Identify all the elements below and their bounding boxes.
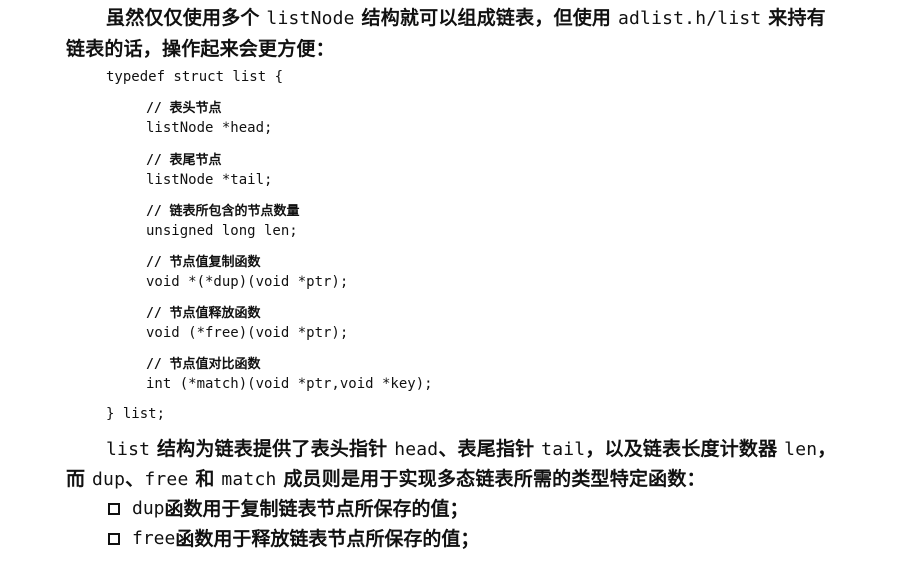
intro-segment: 虽然仅仅使用多个 [106, 7, 267, 29]
intro-segment: 结构就可以组成链表，但使用 [354, 7, 618, 29]
document-page: 虽然仅仅使用多个 listNode 结构就可以组成链表，但使用 adlist.h… [0, 0, 922, 574]
bullet-free: free 函数用于释放链表节点所保存的值； [108, 527, 479, 551]
bullet-code: dup [132, 498, 165, 519]
code-comment-dup: // 节点值复制函数 [146, 255, 261, 270]
intro-line-1: 虽然仅仅使用多个 listNode 结构就可以组成链表，但使用 adlist.h… [106, 6, 826, 31]
desc-segment: 成员则是用于实现多态链表所需的类型特定函数： [276, 468, 706, 490]
bullet-dup: dup 函数用于复制链表节点所保存的值； [108, 497, 469, 521]
desc-segment-code: free [144, 469, 189, 490]
code-comment-match: // 节点值对比函数 [146, 357, 261, 372]
desc-segment-code: match [221, 469, 277, 490]
code-decl-match: int (*match)(void *ptr,void *key); [146, 376, 433, 392]
code-comment-tail: // 表尾节点 [146, 153, 222, 168]
code-decl-dup: void *(*dup)(void *ptr); [146, 274, 349, 290]
desc-segment-code: tail [541, 439, 586, 460]
intro-segment: 来持有 [761, 7, 826, 29]
checkbox-icon [108, 533, 120, 545]
code-comment-head: // 表头节点 [146, 101, 222, 116]
desc-segment-code: len [784, 439, 818, 460]
code-comment-free: // 节点值释放函数 [146, 306, 261, 321]
intro-segment-code: listNode [266, 8, 355, 29]
desc-segment: 、表尾指针 [438, 438, 542, 460]
desc-segment: 、 [125, 468, 145, 490]
desc-segment: ，以及链表长度计数器 [585, 438, 785, 460]
intro-line-2: 链表的话，操作起来会更方便： [66, 38, 335, 60]
desc-segment-code: dup [92, 469, 126, 490]
bullet-text: 函数用于复制链表节点所保存的值； [164, 498, 469, 520]
code-comment-len: // 链表所包含的节点数量 [146, 204, 300, 219]
intro-segment-code: adlist.h/list [617, 8, 762, 29]
desc-segment: ， [817, 438, 837, 460]
bullet-text: 函数用于释放链表节点所保存的值； [175, 528, 480, 550]
code-open: typedef struct list { [106, 69, 284, 85]
desc-segment: 而 [66, 468, 93, 490]
code-close: } list; [106, 406, 166, 422]
desc-segment: 结构为链表提供了表头指针 [150, 438, 395, 460]
code-decl-len: unsigned long len; [146, 223, 298, 239]
checkbox-icon [108, 503, 120, 515]
code-decl-head: listNode *head; [146, 120, 273, 136]
bullet-code: free [132, 528, 176, 549]
desc-line-1: list 结构为链表提供了表头指针 head、表尾指针 tail，以及链表长度计… [106, 437, 836, 462]
desc-segment: 和 [188, 468, 222, 490]
desc-line-2: 而 dup、free 和 match 成员则是用于实现多态链表所需的类型特定函数… [66, 467, 706, 492]
desc-segment-code: head [394, 439, 439, 460]
desc-segment-code: list [106, 439, 151, 460]
code-decl-tail: listNode *tail; [146, 172, 273, 188]
code-decl-free: void (*free)(void *ptr); [146, 325, 349, 341]
